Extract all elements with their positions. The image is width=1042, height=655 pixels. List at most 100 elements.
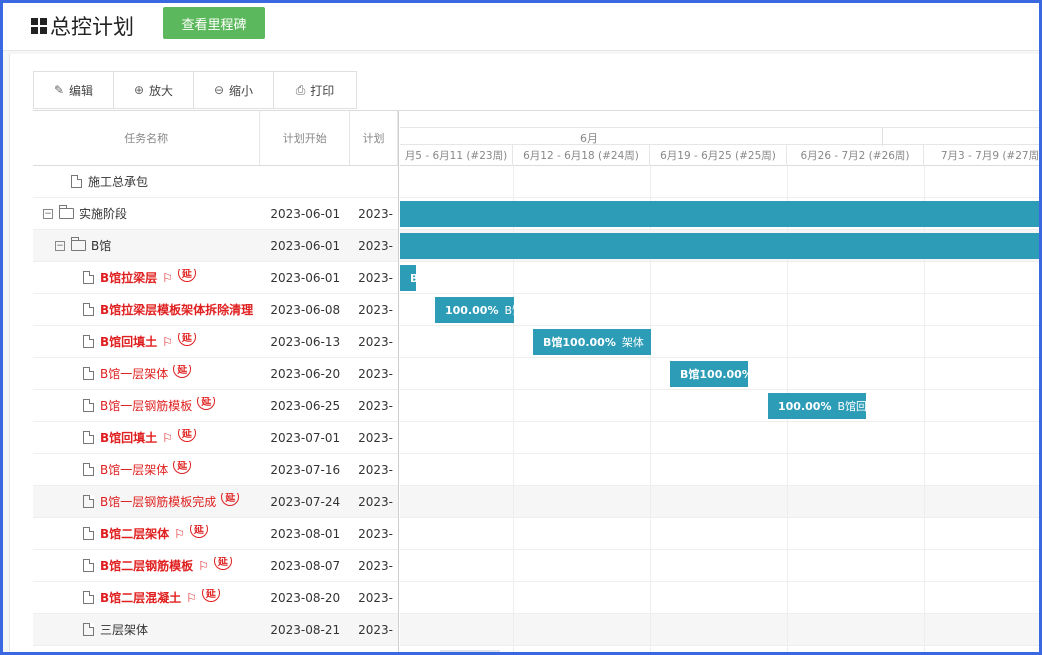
grid-icon (31, 18, 47, 34)
end-date-cell: 2023- (358, 366, 393, 381)
flag-icon: ⚐ (162, 334, 173, 349)
file-icon (83, 335, 94, 348)
start-date-cell: 2023-08-07 (270, 558, 341, 573)
timeline-header: 6月 月5 - 6月11 (#23周) 6月12 - 6月18 (#24周) 6月1… (400, 111, 1039, 166)
end-date-cell: 2023- (358, 526, 393, 541)
task-row[interactable]: − 实施阶段 2023-06-01 2023- (33, 198, 398, 230)
zoom-out-button[interactable]: ⊖ 缩小 (194, 72, 274, 108)
task-row[interactable]: B馆拉梁层 ⚐ 延 2023-06-01 2023- (33, 262, 398, 294)
task-row[interactable]: B馆一层钢筋模板完成延 2023-07-24 2023- (33, 486, 398, 518)
task-name: B馆一层架体 (100, 463, 169, 477)
task-bar[interactable]: B馆100.00%模板架 (400, 265, 416, 291)
end-date-cell: 2023- (358, 590, 393, 605)
month-label: 6月 (580, 132, 598, 145)
file-icon (83, 431, 94, 444)
month-row: 6月 (400, 127, 1039, 146)
gantt-row (400, 454, 1039, 486)
task-row[interactable]: − B馆 2023-06-01 2023- (33, 230, 398, 262)
task-bar[interactable] (400, 233, 1039, 259)
task-row[interactable]: B馆一层架体延 2023-07-16 2023- (33, 454, 398, 486)
main-content: ✎ 编辑 ⊕ 放大 ⊖ 缩小 ⎙ 打印 任务名称 计划开始 计划 施工总承包 − 实施阶段 2… (9, 54, 1039, 652)
task-table-header: 任务名称 计划开始 计划 (33, 111, 398, 166)
horizontal-scrollbar[interactable] (440, 650, 500, 652)
task-name: B馆拉梁层 (100, 271, 158, 285)
task-name-cell: 施工总承包 (33, 173, 260, 190)
start-date-cell: 2023-06-20 (270, 366, 341, 381)
print-button[interactable]: ⎙ 打印 (274, 72, 356, 108)
task-row[interactable]: 三层架体 2023-08-21 2023- (33, 614, 398, 646)
delay-badge: 延 (213, 557, 232, 570)
title-group: 总控计划 (31, 11, 134, 41)
column-header-name[interactable]: 任务名称 (33, 111, 261, 165)
delay-badge: 延 (201, 589, 220, 602)
bar-task-label: 架体 (621, 336, 644, 349)
zoom-in-button[interactable]: ⊕ 放大 (114, 72, 194, 108)
task-name-cell: − 实施阶段 (33, 205, 260, 222)
file-icon (83, 527, 94, 540)
gantt-row (400, 166, 1039, 198)
task-name: B馆 (91, 239, 112, 253)
edit-button[interactable]: ✎ 编辑 (34, 72, 114, 108)
task-name-cell: B馆一层架体延 (33, 365, 260, 382)
task-bar[interactable]: B馆100.00%钢筋模板 (670, 361, 748, 387)
task-rows: 施工总承包 − 实施阶段 2023-06-01 2023- − B馆 2023-06-01 20… (33, 166, 398, 646)
flag-icon: ⚐ (186, 590, 197, 605)
task-row[interactable]: B馆一层架体延 2023-06-20 2023- (33, 358, 398, 390)
end-date-cell: 2023- (358, 494, 393, 509)
delay-badge: 延 (173, 365, 192, 378)
view-milestones-button[interactable]: 查看里程碑 (163, 7, 265, 39)
task-name-cell: B馆一层钢筋模板延 (33, 397, 260, 414)
bar-progress-label: B馆100.00% (543, 336, 616, 349)
column-header-end[interactable]: 计划 (350, 111, 398, 165)
task-name: B馆回填土 (100, 431, 158, 445)
column-header-start[interactable]: 计划开始 (260, 111, 351, 165)
delay-badge: 延 (189, 525, 208, 538)
task-row[interactable]: B馆回填土 ⚐ 延 2023-07-01 2023- (33, 422, 398, 454)
gantt-row (400, 614, 1039, 646)
gantt-row (400, 422, 1039, 454)
end-date-cell: 2023- (358, 206, 393, 221)
task-name: 三层架体 (100, 623, 149, 637)
task-bar[interactable] (400, 201, 1039, 227)
start-date-cell: 2023-06-01 (270, 206, 341, 221)
file-icon (83, 271, 94, 284)
folder-icon (71, 237, 86, 251)
bar-task-label: B馆回填土 (837, 400, 866, 413)
task-name-cell: B馆拉梁层模板架体拆除清理 (33, 301, 260, 318)
file-icon (83, 623, 94, 636)
task-row[interactable]: B馆二层钢筋模板 ⚐ 延 2023-08-07 2023- (33, 550, 398, 582)
week-label: 6月26 - 7月2 (#26周) (787, 145, 924, 166)
task-row[interactable]: B馆二层架体 ⚐ 延 2023-08-01 2023- (33, 518, 398, 550)
task-row[interactable]: B馆一层钢筋模板延 2023-06-25 2023- (33, 390, 398, 422)
gantt-row (400, 262, 1039, 294)
task-row[interactable]: B馆拉梁层模板架体拆除清理 2023-06-08 2023- (33, 294, 398, 326)
delay-badge: 延 (177, 269, 196, 282)
bar-task-label: B馆回填土 (504, 304, 514, 317)
task-name: B馆二层钢筋模板 (100, 559, 194, 573)
task-row[interactable]: 施工总承包 (33, 166, 398, 198)
delay-badge: 延 (173, 461, 192, 474)
task-name: B馆回填土 (100, 335, 158, 349)
task-bar[interactable]: 100.00% B馆回填土 (768, 393, 866, 419)
task-row[interactable]: B馆回填土 ⚐ 延 2023-06-13 2023- (33, 326, 398, 358)
start-date-cell: 2023-08-20 (270, 590, 341, 605)
gantt-row (400, 550, 1039, 582)
file-icon (83, 591, 94, 604)
flag-icon: ⚐ (174, 526, 185, 541)
week-label: 月5 - 6月11 (#23周) (400, 145, 513, 166)
task-name-cell: B馆回填土 ⚐ 延 (33, 429, 260, 446)
end-date-cell: 2023- (358, 462, 393, 477)
end-date-cell: 2023- (358, 622, 393, 637)
task-name-cell: 三层架体 (33, 621, 260, 638)
task-bar[interactable]: B馆100.00% 架体 (533, 329, 651, 355)
collapse-icon[interactable]: − (55, 240, 65, 251)
gantt-row (400, 486, 1039, 518)
task-row[interactable]: B馆二层混凝土 ⚐ 延 2023-08-20 2023- (33, 582, 398, 614)
page-header: 总控计划 查看里程碑 (3, 3, 1039, 51)
collapse-icon[interactable]: − (43, 208, 53, 219)
task-bar[interactable]: 100.00% B馆回填土 (435, 297, 514, 323)
file-icon (83, 399, 94, 412)
start-date-cell: 2023-06-25 (270, 398, 341, 413)
task-name-cell: B馆回填土 ⚐ 延 (33, 333, 260, 350)
task-name: B馆一层钢筋模板 (100, 399, 193, 413)
